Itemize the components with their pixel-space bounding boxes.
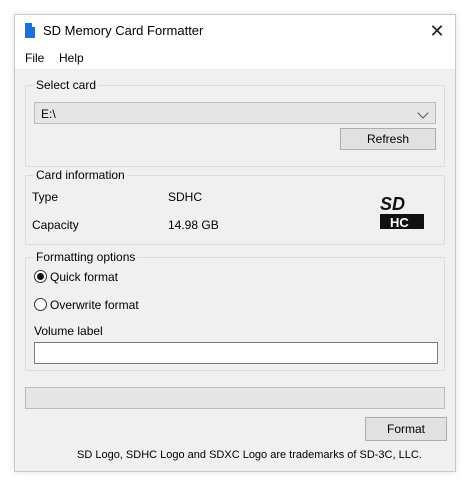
refresh-button[interactable]: Refresh bbox=[340, 128, 436, 150]
capacity-value: 14.98 GB bbox=[168, 218, 219, 232]
quick-format-radio[interactable] bbox=[34, 270, 47, 283]
formatting-options-title: Formatting options bbox=[34, 250, 138, 264]
card-info-group: Card information Type SDHC Capacity 14.9… bbox=[25, 168, 445, 245]
card-select[interactable]: E:\ bbox=[34, 102, 436, 124]
card-select-value: E:\ bbox=[41, 107, 56, 121]
menu-file[interactable]: File bbox=[25, 51, 44, 65]
app-window: SD Memory Card Formatter ✕ File Help Sel… bbox=[14, 14, 456, 472]
overwrite-format-label[interactable]: Overwrite format bbox=[50, 298, 139, 312]
sd-card-icon bbox=[25, 23, 35, 38]
progress-bar bbox=[25, 387, 445, 409]
volume-label-field[interactable] bbox=[34, 342, 438, 364]
svg-text:HC: HC bbox=[390, 215, 409, 230]
menu-help[interactable]: Help bbox=[59, 51, 84, 65]
select-card-group: Select card E:\ Refresh bbox=[25, 78, 445, 167]
overwrite-format-radio[interactable] bbox=[34, 298, 47, 311]
type-label: Type bbox=[32, 190, 59, 204]
sdhc-logo-icon: SD HC bbox=[380, 194, 424, 230]
formatting-options-group: Formatting options Quick format Overwrit… bbox=[25, 250, 445, 371]
capacity-label: Capacity bbox=[32, 218, 79, 232]
svg-text:SD: SD bbox=[380, 194, 405, 214]
trademark-text: SD Logo, SDHC Logo and SDXC Logo are tra… bbox=[77, 449, 422, 461]
select-card-title: Select card bbox=[34, 78, 99, 92]
card-info-title: Card information bbox=[34, 168, 127, 182]
menu-bar: File Help bbox=[15, 47, 455, 69]
window-title: SD Memory Card Formatter bbox=[43, 23, 204, 38]
format-button[interactable]: Format bbox=[365, 417, 447, 441]
volume-label-caption: Volume label bbox=[34, 324, 103, 338]
chevron-down-icon bbox=[417, 107, 429, 119]
quick-format-label[interactable]: Quick format bbox=[50, 270, 118, 284]
type-value: SDHC bbox=[168, 190, 203, 204]
title-bar: SD Memory Card Formatter ✕ bbox=[15, 15, 455, 47]
close-button[interactable]: ✕ bbox=[427, 21, 447, 41]
